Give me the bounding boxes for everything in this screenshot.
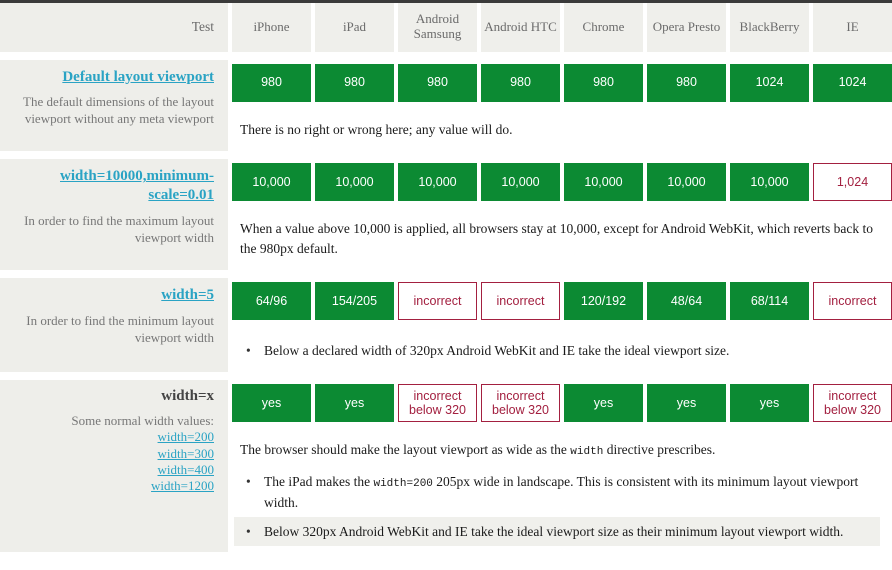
column-header-android-samsung: Android Samsung (398, 3, 477, 52)
result-cell-android-htc: incorrect below 320 (481, 383, 560, 423)
result-cell-android-htc: incorrect (481, 282, 560, 321)
row-title-link[interactable]: width=5 (161, 287, 214, 303)
result-cell-opera-presto: yes (647, 383, 726, 423)
list-item: Below 320px Android WebKit and IE take t… (234, 516, 880, 547)
result-cell-blackberry: 10,000 (730, 163, 809, 202)
result-cell-android-htc: 980 (481, 63, 560, 102)
result-cell-ipad: yes (315, 383, 394, 423)
row-label-width-10000: width=10000,minimum-scale=0.01 In order … (0, 159, 228, 271)
column-header-chrome: Chrome (564, 3, 643, 52)
width-400-link[interactable]: width=400 (10, 462, 214, 478)
width-200-link[interactable]: width=200 (10, 429, 214, 445)
result-cell-chrome: 120/192 (564, 282, 643, 321)
result-cell-iphone: yes (232, 383, 311, 423)
column-header-android-htc: Android HTC (481, 3, 560, 52)
result-cell-ie: 1024 (813, 63, 892, 102)
row-description: Some normal width values: width=200 widt… (10, 413, 214, 495)
row-title-link[interactable]: width=10000,minimum-scale=0.01 (60, 168, 214, 203)
result-cell-iphone: 980 (232, 63, 311, 102)
result-cell-android-samsung: incorrect below 320 (398, 383, 477, 423)
result-cell-chrome: 10,000 (564, 163, 643, 202)
result-cell-opera-presto: 10,000 (647, 163, 726, 202)
row-note: When a value above 10,000 is applied, al… (240, 221, 873, 256)
result-cell-blackberry: 68/114 (730, 282, 809, 321)
row-label-width-5: width=5 In order to find the minimum lay… (0, 278, 228, 372)
row-description: The default dimensions of the layout vie… (23, 94, 214, 127)
row-description: In order to find the minimum layout view… (26, 313, 214, 345)
column-header-ipad: iPad (315, 3, 394, 52)
row-body: The browser should make the layout viewp… (228, 426, 892, 552)
column-header-ie: IE (813, 3, 892, 52)
result-cell-iphone: 64/96 (232, 282, 311, 321)
table-row: width=10000,minimum-scale=0.01 In order … (0, 159, 892, 271)
result-cell-blackberry: 1024 (730, 63, 809, 102)
width-1200-link[interactable]: width=1200 (10, 478, 214, 494)
width-300-link[interactable]: width=300 (10, 446, 214, 462)
row-label-default-layout-viewport: Default layout viewport The default dime… (0, 59, 228, 152)
row-note: The browser should make the layout viewp… (240, 442, 716, 459)
row-description: In order to find the maximum layout view… (24, 212, 214, 245)
row-values: 10,000 10,000 10,000 10,000 10,000 10,00… (228, 159, 892, 271)
result-cell-chrome: yes (564, 383, 643, 423)
row-spacer (0, 51, 892, 60)
row-body: When a value above 10,000 is applied, al… (228, 205, 892, 270)
row-values: 980 980 980 980 980 980 1024 1024 There … (228, 59, 892, 152)
result-cell-ipad: 10,000 (315, 163, 394, 202)
result-cell-android-samsung: 10,000 (398, 163, 477, 202)
result-cell-ie: incorrect (813, 282, 892, 321)
result-cell-ie: 1,024 (813, 163, 892, 202)
row-note: There is no right or wrong here; any val… (240, 121, 513, 137)
result-cell-opera-presto: 48/64 (647, 282, 726, 321)
result-cell-blackberry: yes (730, 383, 809, 423)
result-cell-chrome: 980 (564, 63, 643, 102)
result-cell-android-htc: 10,000 (481, 163, 560, 202)
row-values: 64/96 154/205 incorrect incorrect 120/19… (228, 278, 892, 372)
row-label-width-x: width=x Some normal width values: width=… (0, 379, 228, 553)
column-header-blackberry: BlackBerry (730, 3, 809, 52)
result-cell-iphone: 10,000 (232, 163, 311, 202)
row-title-link[interactable]: Default layout viewport (62, 69, 214, 85)
row-body: There is no right or wrong here; any val… (228, 106, 892, 152)
column-header-iphone: iPhone (232, 3, 311, 52)
result-cell-ie: incorrect below 320 (813, 383, 892, 423)
table-row: Default layout viewport The default dime… (0, 59, 892, 152)
result-cell-ipad: 980 (315, 63, 394, 102)
row-bullet-list: The iPad makes the width=200 205px wide … (234, 467, 880, 547)
result-cell-android-samsung: incorrect (398, 282, 477, 321)
list-item: The iPad makes the width=200 205px wide … (234, 467, 880, 517)
row-title: width=x (161, 387, 214, 404)
result-cell-opera-presto: 980 (647, 63, 726, 102)
row-spacer (0, 270, 892, 279)
row-values: yes yes incorrect below 320 incorrect be… (228, 379, 892, 553)
column-header-test: Test (191, 19, 214, 34)
table-row: width=x Some normal width values: width=… (0, 379, 892, 553)
row-spacer (0, 371, 892, 380)
row-body: Below a declared width of 320px Android … (228, 324, 892, 371)
result-cell-android-samsung: 980 (398, 63, 477, 102)
viewport-comparison-table: Test iPhone iPad Android Samsung Android… (0, 0, 892, 553)
list-item: Below a declared width of 320px Android … (234, 336, 880, 365)
row-bullet-list: Below a declared width of 320px Android … (234, 336, 880, 365)
header-browser-columns: iPhone iPad Android Samsung Android HTC … (228, 3, 892, 52)
table-header-row: Test iPhone iPad Android Samsung Android… (0, 3, 892, 52)
row-spacer (0, 151, 892, 160)
column-header-opera-presto: Opera Presto (647, 3, 726, 52)
header-test-label: Test (0, 3, 228, 52)
table-row: width=5 In order to find the minimum lay… (0, 278, 892, 372)
result-cell-ipad: 154/205 (315, 282, 394, 321)
row-description-text: Some normal width values: (71, 412, 214, 428)
